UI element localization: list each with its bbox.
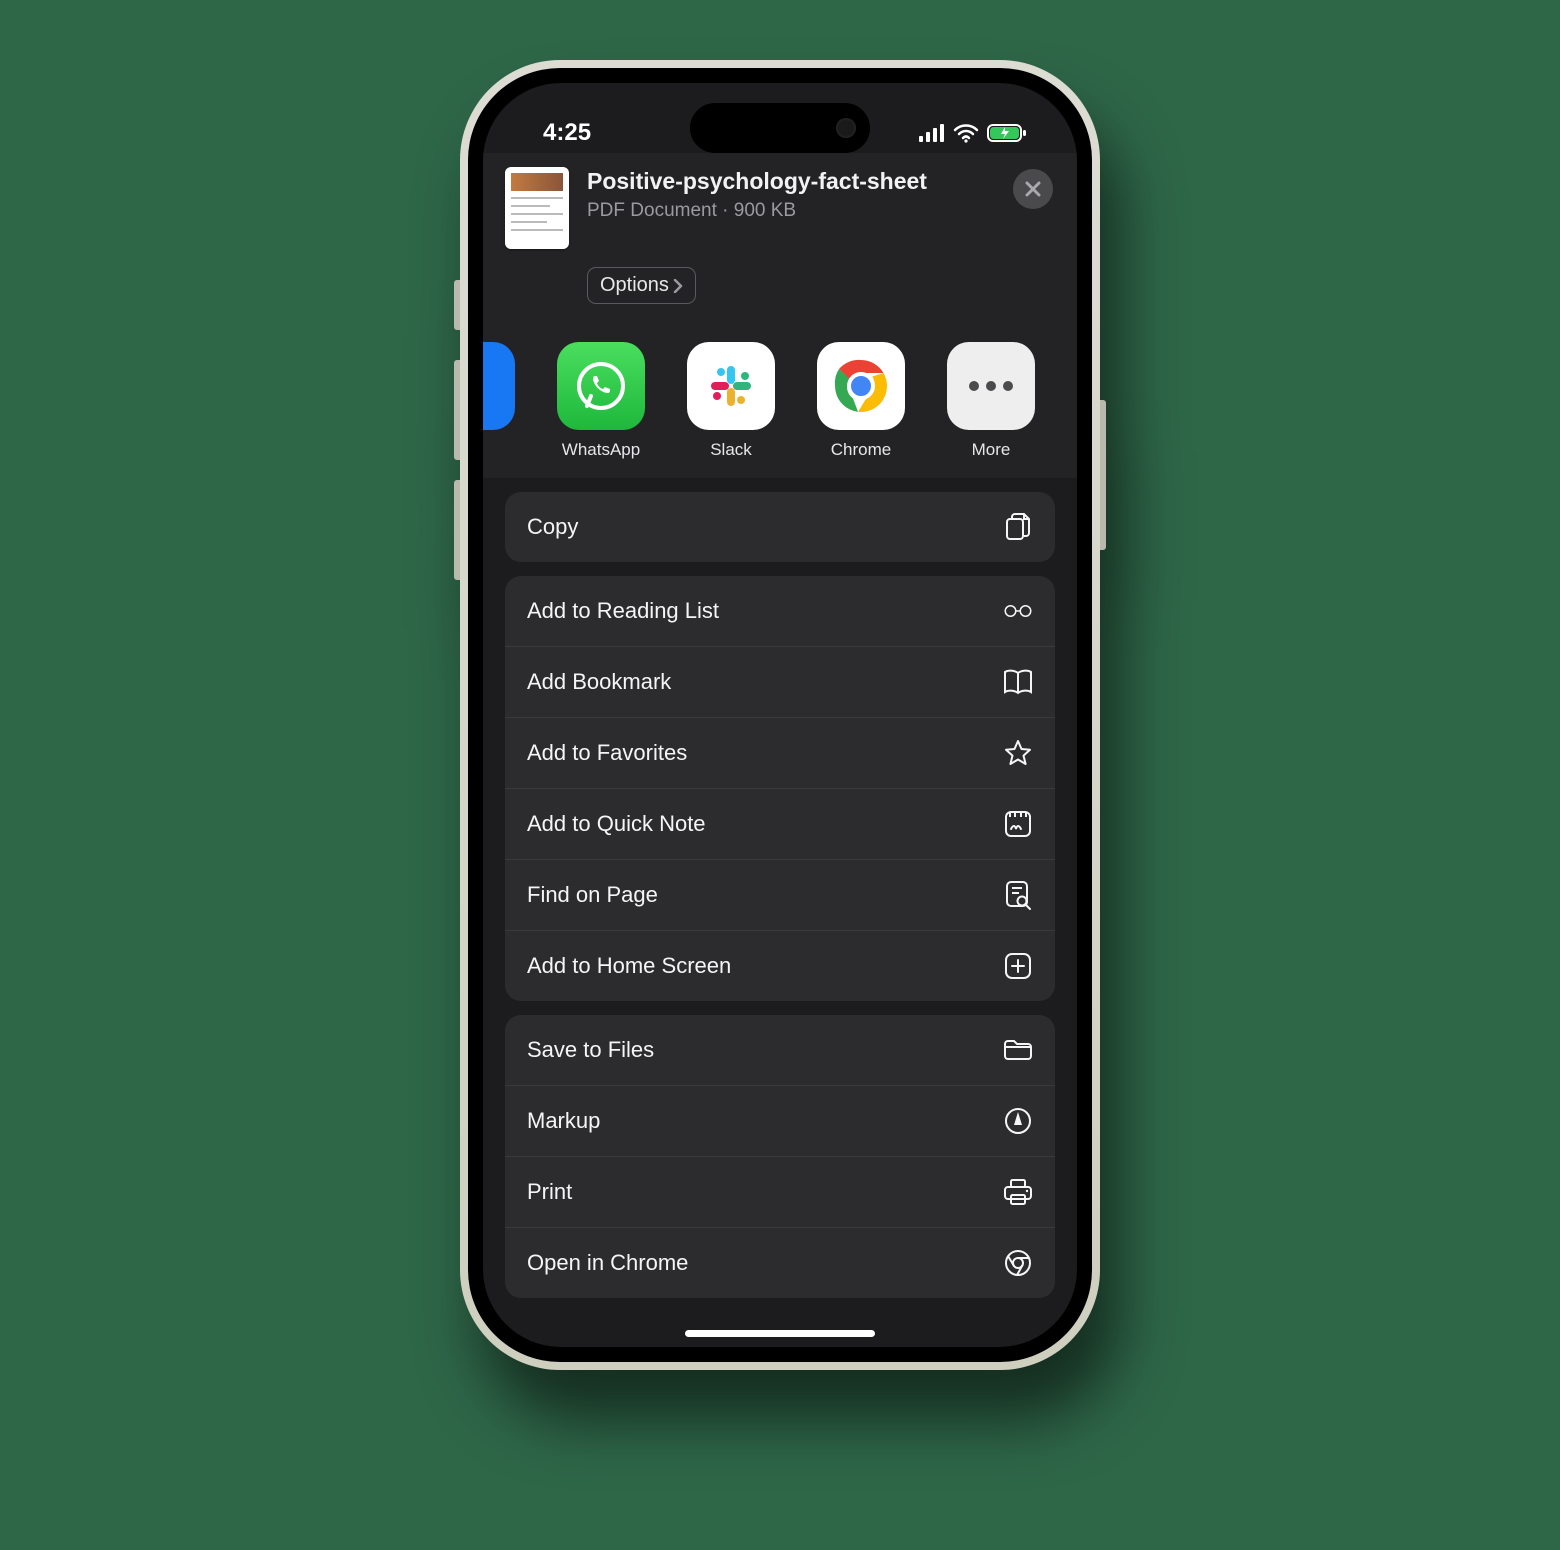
action-label: Find on Page bbox=[527, 882, 658, 908]
close-icon bbox=[1025, 181, 1041, 197]
action-group-2: Add to Reading List Add Bookmark Add to … bbox=[505, 576, 1055, 1001]
app-label: More bbox=[972, 440, 1011, 460]
share-app-whatsapp[interactable]: WhatsApp bbox=[557, 342, 645, 460]
slack-icon bbox=[687, 342, 775, 430]
action-markup[interactable]: Markup bbox=[505, 1085, 1055, 1156]
close-button[interactable] bbox=[1013, 169, 1053, 209]
action-add-favorites[interactable]: Add to Favorites bbox=[505, 717, 1055, 788]
app-label: Slack bbox=[710, 440, 752, 460]
quicknote-icon bbox=[1003, 809, 1033, 839]
options-label: Options bbox=[600, 274, 669, 297]
action-label: Print bbox=[527, 1179, 572, 1205]
wifi-icon bbox=[953, 123, 979, 143]
home-indicator[interactable] bbox=[685, 1330, 875, 1337]
cellular-icon bbox=[919, 124, 945, 142]
plusapp-icon bbox=[1003, 951, 1033, 981]
action-label: Add to Home Screen bbox=[527, 953, 731, 979]
app-label: Chrome bbox=[831, 440, 891, 460]
share-sheet-header: Positive-psychology-fact-sheet PDF Docum… bbox=[483, 153, 1077, 478]
whatsapp-icon bbox=[557, 342, 645, 430]
chrome-icon bbox=[817, 342, 905, 430]
battery-charging-icon bbox=[987, 123, 1027, 143]
app-label: WhatsApp bbox=[562, 440, 640, 460]
phone-frame: 4:25 Positive-psych bbox=[460, 60, 1100, 1370]
markup-icon bbox=[1003, 1106, 1033, 1136]
options-button[interactable]: Options bbox=[587, 267, 696, 304]
dynamic-island bbox=[690, 103, 870, 153]
action-label: Markup bbox=[527, 1108, 600, 1134]
chrome-outline-icon bbox=[1003, 1248, 1033, 1278]
chevron-right-icon bbox=[673, 279, 683, 293]
printer-icon bbox=[1003, 1177, 1033, 1207]
facebook-icon bbox=[483, 342, 515, 430]
document-title: Positive-psychology-fact-sheet bbox=[587, 167, 1015, 196]
action-label: Open in Chrome bbox=[527, 1250, 688, 1276]
action-label: Copy bbox=[527, 514, 578, 540]
action-find-on-page[interactable]: Find on Page bbox=[505, 859, 1055, 930]
book-icon bbox=[1003, 667, 1033, 697]
action-label: Add to Favorites bbox=[527, 740, 687, 766]
glasses-icon bbox=[1003, 596, 1033, 626]
app-share-row[interactable]: ok WhatsApp bbox=[483, 320, 1055, 478]
star-icon bbox=[1003, 738, 1033, 768]
share-app-chrome[interactable]: Chrome bbox=[817, 342, 905, 460]
action-label: Save to Files bbox=[527, 1037, 654, 1063]
action-print[interactable]: Print bbox=[505, 1156, 1055, 1227]
action-label: Add to Quick Note bbox=[527, 811, 706, 837]
action-copy[interactable]: Copy bbox=[505, 492, 1055, 562]
copy-icon bbox=[1003, 512, 1033, 542]
action-add-bookmark[interactable]: Add Bookmark bbox=[505, 646, 1055, 717]
action-label: Add to Reading List bbox=[527, 598, 719, 624]
share-app-slack[interactable]: Slack bbox=[687, 342, 775, 460]
action-add-reading-list[interactable]: Add to Reading List bbox=[505, 576, 1055, 646]
action-save-files[interactable]: Save to Files bbox=[505, 1015, 1055, 1085]
action-label: Add Bookmark bbox=[527, 669, 671, 695]
find-icon bbox=[1003, 880, 1033, 910]
action-group-1: Copy bbox=[505, 492, 1055, 562]
action-add-home-screen[interactable]: Add to Home Screen bbox=[505, 930, 1055, 1001]
document-subtitle: PDF Document · 900 KB bbox=[587, 200, 1015, 222]
action-group-3: Save to Files Markup Print bbox=[505, 1015, 1055, 1298]
share-app-more[interactable]: More bbox=[947, 342, 1035, 460]
more-icon bbox=[947, 342, 1035, 430]
action-open-chrome[interactable]: Open in Chrome bbox=[505, 1227, 1055, 1298]
share-app-facebook[interactable]: ok bbox=[483, 342, 515, 460]
document-thumbnail[interactable] bbox=[505, 167, 569, 249]
status-time: 4:25 bbox=[543, 119, 591, 147]
action-add-quick-note[interactable]: Add to Quick Note bbox=[505, 788, 1055, 859]
screen: 4:25 Positive-psych bbox=[483, 83, 1077, 1347]
folder-icon bbox=[1003, 1035, 1033, 1065]
